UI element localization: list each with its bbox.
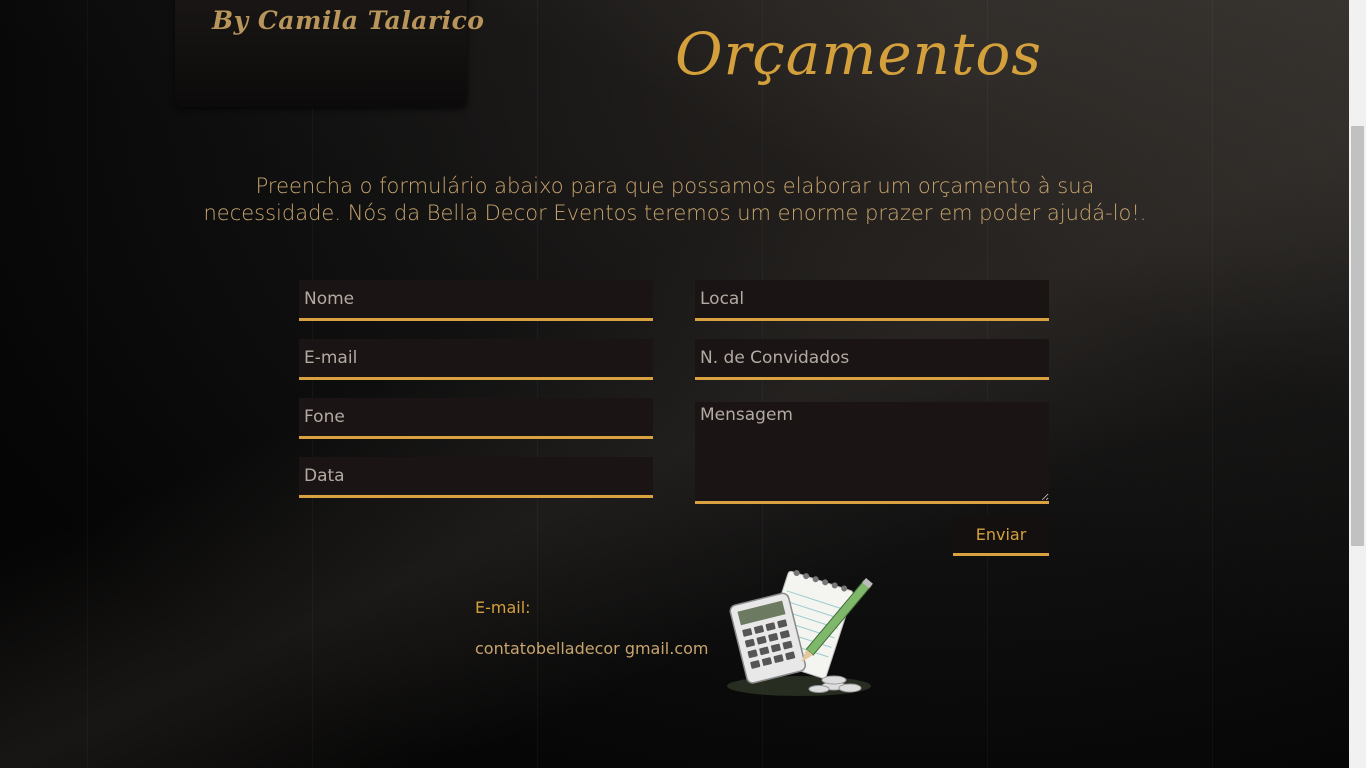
intro-text: Preencha o formulário abaixo para que po…: [203, 174, 1147, 225]
message-field[interactable]: [695, 402, 1049, 504]
logo-text[interactable]: By Camila Talarico: [212, 6, 484, 35]
page-title: Orçamentos: [675, 20, 1043, 88]
contact-email-label: E-mail:: [475, 598, 531, 617]
vertical-scrollbar[interactable]: [1349, 0, 1366, 768]
name-field[interactable]: [299, 280, 653, 321]
email-field[interactable]: [299, 339, 653, 380]
scrollbar-thumb[interactable]: [1351, 126, 1364, 546]
calculator-notepad-icon: [727, 570, 873, 696]
contact-email-value: contatobelladecor gmail.com: [475, 639, 709, 658]
phone-field[interactable]: [299, 398, 653, 439]
location-field[interactable]: [695, 280, 1049, 321]
send-button[interactable]: Enviar: [953, 516, 1049, 556]
guests-field[interactable]: [695, 339, 1049, 380]
date-field[interactable]: [299, 457, 653, 498]
